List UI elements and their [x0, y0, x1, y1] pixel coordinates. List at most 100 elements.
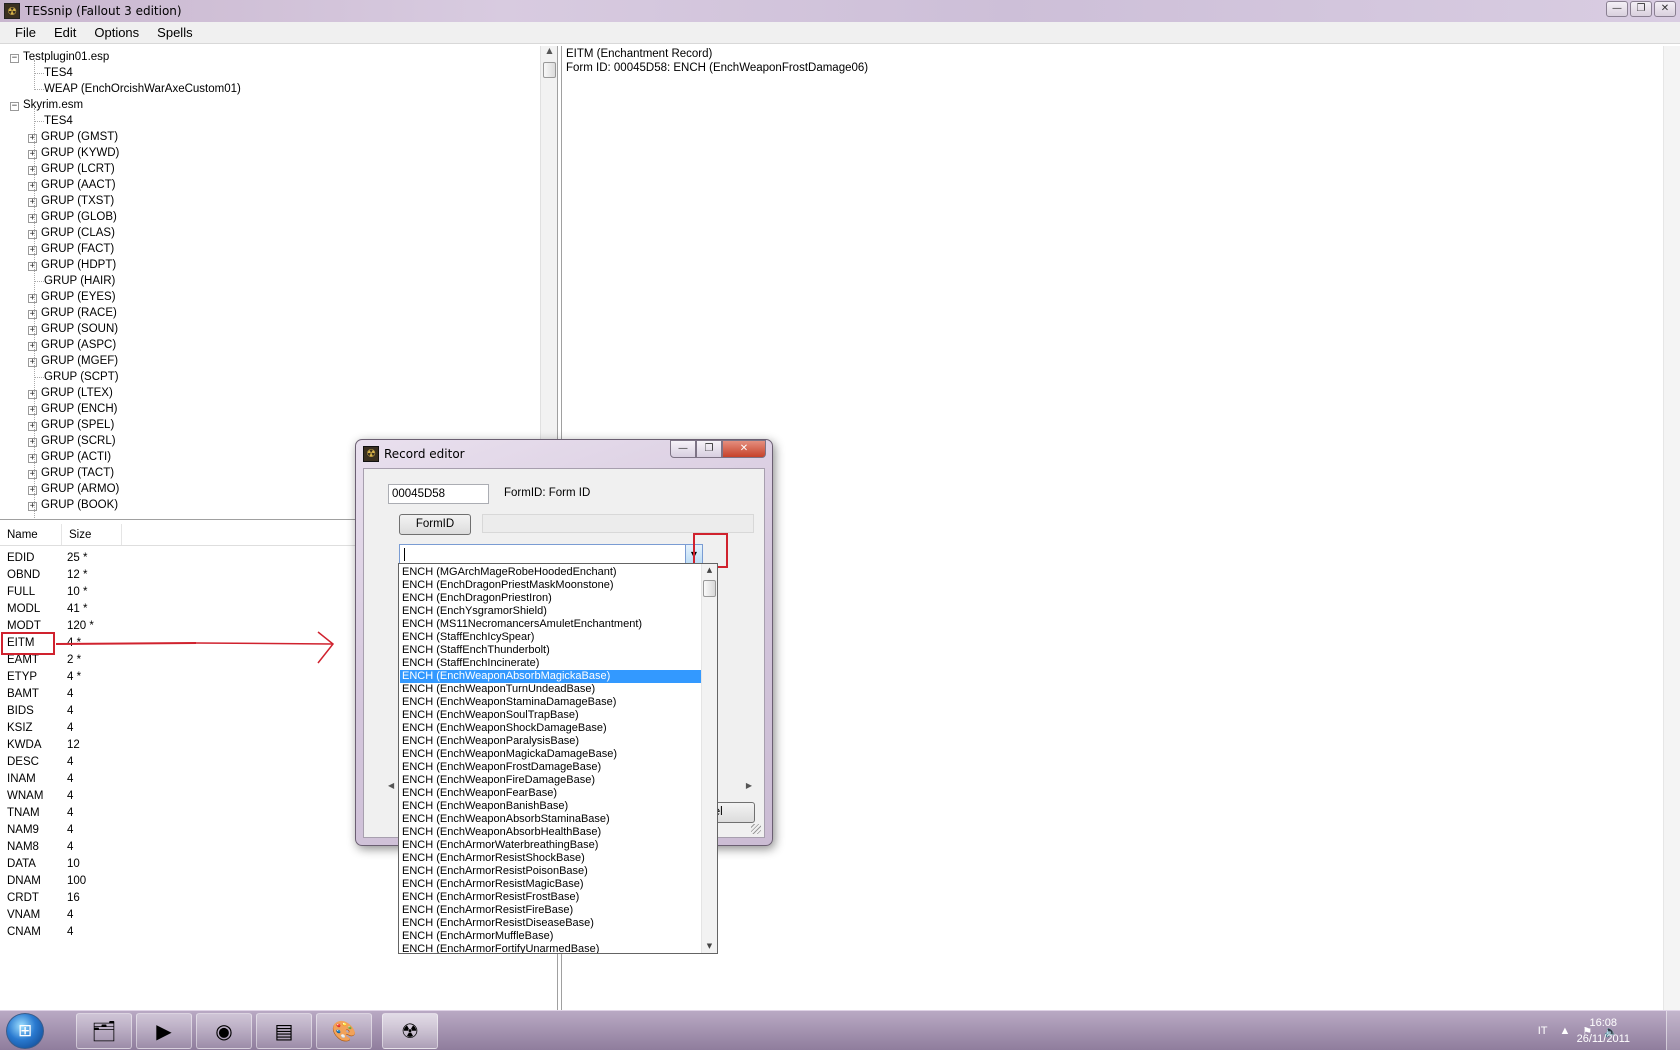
tree-node[interactable]: + GRUP (EYES) [28, 289, 116, 305]
expand-icon[interactable]: + [28, 198, 37, 207]
resize-grip[interactable] [751, 824, 761, 834]
dialog-close-button[interactable]: ✕ [722, 440, 766, 458]
tree-node[interactable]: + GRUP (RACE) [28, 305, 117, 321]
tree-node[interactable]: + GRUP (BOOK) [28, 497, 118, 513]
scroll-thumb[interactable] [703, 580, 716, 597]
expand-icon[interactable]: + [28, 502, 37, 511]
record-combo-box[interactable]: ▼ [399, 544, 703, 565]
dropdown-option[interactable]: ENCH (EnchWeaponAbsorbHealthBase) [400, 826, 701, 839]
dropdown-option[interactable]: ENCH (EnchArmorResistPoisonBase) [400, 865, 701, 878]
expand-icon[interactable]: + [28, 358, 37, 367]
tree-node[interactable]: + GRUP (HDPT) [28, 257, 116, 273]
tree-node[interactable]: + GRUP (LTEX) [28, 385, 113, 401]
expand-icon[interactable]: + [28, 246, 37, 255]
column-size-header[interactable]: Size [62, 524, 122, 545]
menu-spells[interactable]: Spells [148, 25, 201, 40]
menu-edit[interactable]: Edit [45, 25, 85, 40]
dropdown-option[interactable]: ENCH (EnchArmorResistFireBase) [400, 904, 701, 917]
scroll-left-icon[interactable]: ◀ [388, 781, 394, 790]
dropdown-option[interactable]: ENCH (StaffEnchThunderbolt) [400, 644, 701, 657]
dropdown-option[interactable]: ENCH (StaffEnchIncinerate) [400, 657, 701, 670]
tree-node[interactable]: + GRUP (CLAS) [28, 225, 115, 241]
clock[interactable]: 16:08 26/11/2011 [1577, 1015, 1630, 1047]
dropdown-option[interactable]: ENCH (EnchWeaponTurnUndeadBase) [400, 683, 701, 696]
expand-icon[interactable]: + [28, 310, 37, 319]
menu-file[interactable]: File [6, 25, 45, 40]
dropdown-option[interactable]: ENCH (EnchYsgramorShield) [400, 605, 701, 618]
dropdown-option[interactable]: ENCH (EnchWeaponFearBase) [400, 787, 701, 800]
dropdown-option[interactable]: ENCH (EnchWeaponMagickaDamageBase) [400, 748, 701, 761]
expand-icon[interactable]: + [28, 214, 37, 223]
scroll-down-icon[interactable]: ▼ [702, 940, 717, 953]
scroll-up-icon[interactable]: ▲ [702, 564, 717, 577]
tree-node[interactable]: TES4 [44, 113, 73, 129]
media-player-taskbar-icon[interactable]: ▶ [136, 1013, 192, 1049]
chrome-taskbar-icon[interactable]: ◉ [196, 1013, 252, 1049]
tree-node[interactable]: + GRUP (GLOB) [28, 209, 117, 225]
formid-input[interactable]: 00045D58 [388, 484, 489, 504]
expand-icon[interactable]: + [28, 470, 37, 479]
dropdown-option[interactable]: ENCH (EnchWeaponParalysisBase) [400, 735, 701, 748]
expand-icon[interactable]: + [28, 262, 37, 271]
expand-icon[interactable]: + [28, 422, 37, 431]
dropdown-option[interactable]: ENCH (MGArchMageRobeHoodedEnchant) [400, 566, 701, 579]
dropdown-option[interactable]: ENCH (EnchArmorMuffleBase) [400, 930, 701, 943]
tree-node[interactable]: + GRUP (GMST) [28, 129, 118, 145]
scroll-thumb[interactable] [543, 62, 556, 78]
dropdown-option[interactable]: ENCH (StaffEnchIcySpear) [400, 631, 701, 644]
dropdown-option[interactable]: ENCH (EnchWeaponShockDamageBase) [400, 722, 701, 735]
document-taskbar-icon[interactable]: ▤ [256, 1013, 312, 1049]
tree-node[interactable]: GRUP (SCPT) [44, 369, 119, 385]
tree-node[interactable]: − Testplugin01.esp [10, 49, 109, 65]
dropdown-option[interactable]: ENCH (EnchDragonPriestIron) [400, 592, 701, 605]
tree-node[interactable]: + GRUP (ASPC) [28, 337, 116, 353]
expand-icon[interactable]: + [28, 134, 37, 143]
tree-node[interactable]: + GRUP (MGEF) [28, 353, 118, 369]
tree-node[interactable]: TES4 [44, 65, 73, 81]
collapse-icon[interactable]: − [10, 102, 19, 111]
tree-node[interactable]: + GRUP (KYWD) [28, 145, 119, 161]
expand-icon[interactable]: + [28, 150, 37, 159]
tree-node[interactable]: WEAP (EnchOrcishWarAxeCustom01) [44, 81, 241, 97]
show-desktop-button[interactable] [1666, 1011, 1680, 1050]
tree-node[interactable]: − Skyrim.esm [10, 97, 83, 113]
tree-node[interactable]: + GRUP (SPEL) [28, 417, 114, 433]
expand-icon[interactable]: + [28, 406, 37, 415]
paint-taskbar-icon[interactable]: 🎨 [316, 1013, 372, 1049]
dialog-maximize-button[interactable]: ❐ [696, 440, 722, 458]
dropdown-option[interactable]: ENCH (EnchWeaponSoulTrapBase) [400, 709, 701, 722]
expand-icon[interactable]: + [28, 438, 37, 447]
tree-node[interactable]: + GRUP (TXST) [28, 193, 114, 209]
scroll-right-icon[interactable]: ▶ [746, 781, 752, 790]
language-indicator[interactable]: IT [1538, 1025, 1548, 1037]
dropdown-option[interactable]: ENCH (EnchWeaponFrostDamageBase) [400, 761, 701, 774]
dropdown-option[interactable]: ENCH (EnchWeaponBanishBase) [400, 800, 701, 813]
dropdown-option[interactable]: ENCH (MS11NecromancersAmuletEnchantment) [400, 618, 701, 631]
dropdown-option[interactable]: ENCH (EnchWeaponFireDamageBase) [400, 774, 701, 787]
dropdown-option[interactable]: ENCH (EnchArmorResistMagicBase) [400, 878, 701, 891]
expand-icon[interactable]: + [28, 294, 37, 303]
collapse-icon[interactable]: − [10, 54, 19, 63]
dropdown-scrollbar[interactable]: ▲ ▼ [701, 564, 717, 953]
expand-icon[interactable]: + [28, 166, 37, 175]
dropdown-option[interactable]: ENCH (EnchDragonPriestMaskMoonstone) [400, 579, 701, 592]
tree-node[interactable]: + GRUP (LCRT) [28, 161, 115, 177]
expand-icon[interactable]: + [28, 390, 37, 399]
tree-node[interactable]: + GRUP (AACT) [28, 177, 116, 193]
dropdown-option[interactable]: ENCH (EnchArmorResistDiseaseBase) [400, 917, 701, 930]
dropdown-option[interactable]: ENCH (EnchArmorResistShockBase) [400, 852, 701, 865]
tree-node[interactable]: GRUP (HAIR) [44, 273, 115, 289]
dropdown-option[interactable]: ENCH (EnchWeaponAbsorbStaminaBase) [400, 813, 701, 826]
formid-button[interactable]: FormID [399, 514, 471, 535]
dropdown-option[interactable]: ENCH (EnchArmorWaterbreathingBase) [400, 839, 701, 852]
expand-icon[interactable]: + [28, 342, 37, 351]
tree-node[interactable]: + GRUP (ENCH) [28, 401, 117, 417]
tessnip-taskbar-icon[interactable]: ☢ [382, 1013, 438, 1049]
dropdown-option[interactable]: ENCH (EnchWeaponAbsorbMagickaBase) [400, 670, 701, 683]
tree-node[interactable]: + GRUP (SCRL) [28, 433, 116, 449]
dropdown-option[interactable]: ENCH (EnchArmorResistFrostBase) [400, 891, 701, 904]
menu-options[interactable]: Options [85, 25, 148, 40]
expand-icon[interactable]: + [28, 486, 37, 495]
minimize-button[interactable]: — [1606, 1, 1628, 17]
explorer-taskbar-icon[interactable]: 🗂 [76, 1013, 132, 1049]
